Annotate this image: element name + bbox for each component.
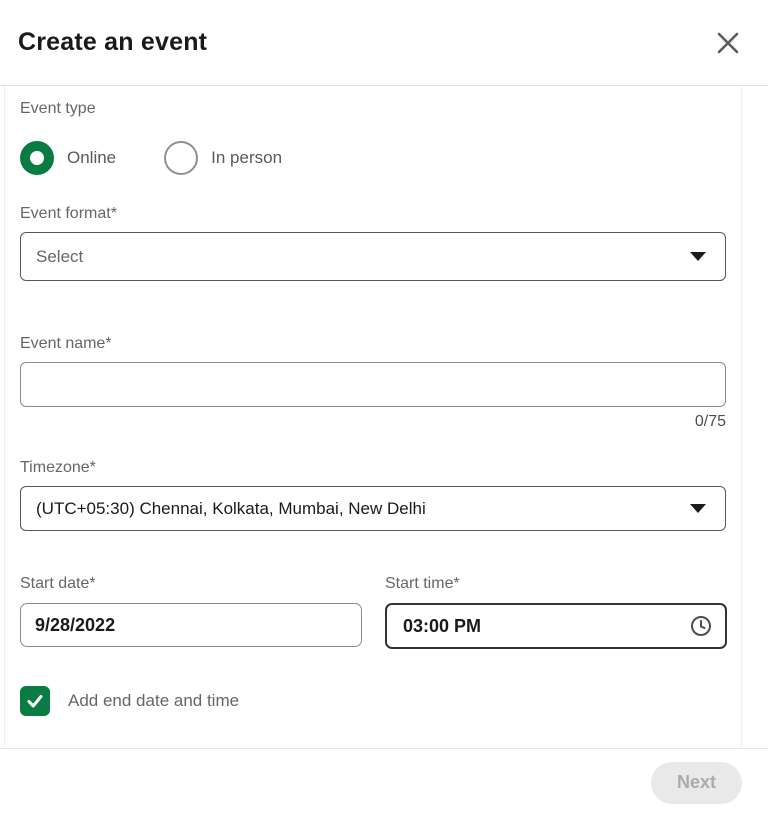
event-format-select-value: Select: [36, 247, 83, 267]
start-date-label: Start date*: [20, 575, 362, 593]
char-counter: 0/75: [20, 413, 726, 431]
event-name-input[interactable]: [20, 362, 726, 407]
end-datetime-checkbox[interactable]: [20, 686, 50, 716]
modal-title: Create an event: [18, 28, 207, 57]
modal-header: Create an event: [0, 0, 768, 86]
field-end-datetime-toggle: Add end date and time: [20, 686, 726, 716]
timezone-select[interactable]: (UTC+05:30) Chennai, Kolkata, Mumbai, Ne…: [20, 486, 726, 531]
start-date-input[interactable]: [20, 603, 362, 647]
radio-selected-icon: [20, 141, 54, 175]
radio-option-online[interactable]: Online: [20, 141, 116, 175]
field-event-name: Event name* 0/75: [20, 335, 726, 431]
radio-option-in-person[interactable]: In person: [164, 141, 282, 175]
field-timezone: Timezone* (UTC+05:30) Chennai, Kolkata, …: [20, 459, 726, 531]
modal-content: Event type Online In person Event format…: [4, 86, 742, 748]
next-button[interactable]: Next: [651, 762, 742, 804]
caret-down-icon: [690, 252, 706, 261]
radio-option-online-label: Online: [67, 148, 116, 168]
timezone-select-value: (UTC+05:30) Chennai, Kolkata, Mumbai, Ne…: [36, 499, 426, 519]
event-format-label: Event format*: [20, 205, 726, 223]
end-datetime-checkbox-label: Add end date and time: [68, 691, 239, 711]
start-time-label: Start time*: [385, 575, 727, 593]
radio-option-in-person-label: In person: [211, 148, 282, 168]
event-name-label: Event name*: [20, 335, 726, 353]
field-start-datetime: Start date* Start time* 03:00 PM: [20, 575, 726, 649]
modal-footer: Next: [0, 748, 768, 816]
radio-unselected-icon: [164, 141, 198, 175]
start-date-column: Start date*: [20, 575, 362, 649]
start-time-value: 03:00 PM: [403, 616, 481, 637]
timezone-label: Timezone*: [20, 459, 726, 477]
start-time-column: Start time* 03:00 PM: [385, 575, 727, 649]
checkmark-icon: [25, 691, 45, 711]
field-event-type: Event type Online In person: [20, 100, 726, 175]
event-type-radio-group: Online In person: [20, 141, 726, 175]
close-icon: [715, 30, 741, 56]
caret-down-icon: [690, 504, 706, 513]
create-event-modal: Create an event Event type Online: [0, 0, 768, 816]
clock-icon[interactable]: [690, 615, 712, 637]
start-time-input[interactable]: 03:00 PM: [385, 603, 727, 649]
close-button[interactable]: [708, 23, 748, 63]
field-event-format: Event format* Select: [20, 205, 726, 281]
event-format-select[interactable]: Select: [20, 232, 726, 281]
event-type-label: Event type: [20, 100, 726, 118]
